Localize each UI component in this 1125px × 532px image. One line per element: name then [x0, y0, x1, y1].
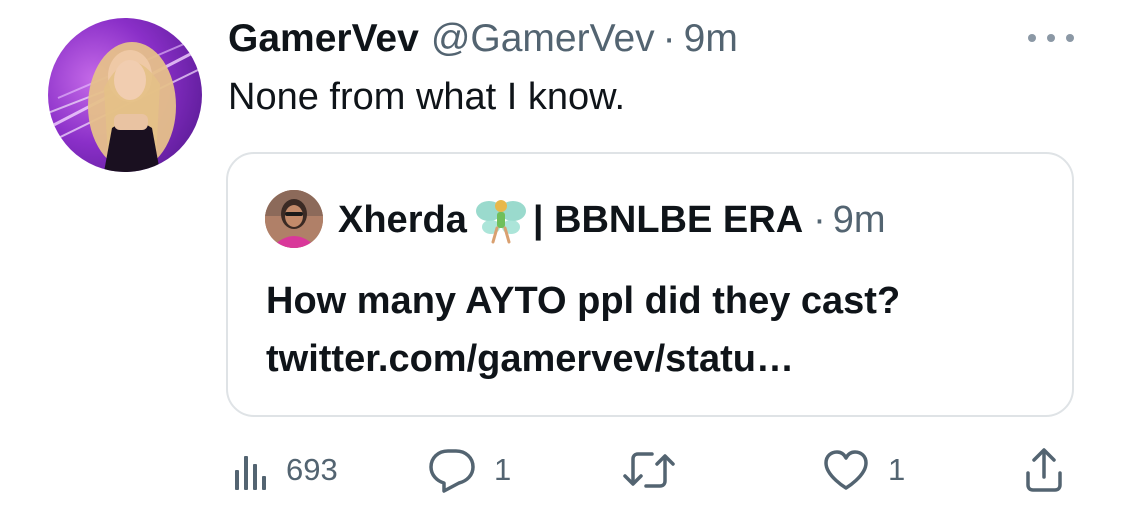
analytics-icon — [235, 456, 266, 490]
quoted-author-avatar — [265, 190, 323, 248]
retweet-icon — [623, 452, 675, 488]
views-count: 693 — [286, 452, 338, 487]
author-avatar-image — [48, 37, 202, 172]
tweet-header: GamerVev @GamerVev · 9m — [228, 14, 738, 64]
more-icon — [1066, 34, 1074, 42]
heart-icon — [824, 450, 868, 490]
views-button[interactable]: 693 — [234, 440, 338, 500]
quoted-author-name: Xherda — [338, 198, 467, 241]
more-icon — [1028, 34, 1036, 42]
quoted-tweet-card[interactable]: Xherda | BBNLBE ERA · 9m How many AYTO p… — [226, 152, 1074, 417]
quoted-tweet-header: Xherda | BBNLBE ERA · 9m — [338, 194, 886, 246]
more-options-button[interactable] — [1028, 30, 1074, 46]
reply-icon — [429, 449, 475, 493]
like-count: 1 — [888, 452, 906, 487]
quoted-tweet-text: How many AYTO ppl did they cast? twitter… — [266, 272, 1046, 388]
more-icon — [1047, 34, 1055, 42]
fairy-emoji — [475, 200, 526, 244]
author-name[interactable]: GamerVev — [228, 17, 419, 61]
share-button[interactable] — [1024, 440, 1064, 500]
tweet-action-bar: 693 1 1 — [226, 440, 1076, 500]
tweet-text: None from what I know. — [228, 76, 626, 118]
retweet-button[interactable] — [622, 440, 694, 500]
quoted-author-name-suffix: | BBNLBE ERA — [532, 198, 804, 241]
share-icon — [1026, 448, 1062, 492]
quoted-avatar-image — [265, 190, 323, 248]
reply-button[interactable]: 1 — [428, 440, 511, 500]
separator-dot: · — [813, 198, 826, 241]
tweet-timestamp[interactable]: 9m — [684, 17, 738, 61]
author-handle[interactable]: @GamerVev — [431, 17, 655, 61]
quoted-tweet-text-line: How many AYTO ppl did they cast? — [266, 280, 901, 322]
author-avatar[interactable] — [48, 18, 202, 172]
reply-count: 1 — [494, 452, 512, 487]
like-button[interactable]: 1 — [822, 440, 905, 500]
quoted-tweet-link: twitter.com/gamervev/statu… — [266, 338, 794, 380]
separator-dot: · — [662, 17, 676, 60]
quoted-tweet-timestamp: 9m — [832, 198, 886, 241]
